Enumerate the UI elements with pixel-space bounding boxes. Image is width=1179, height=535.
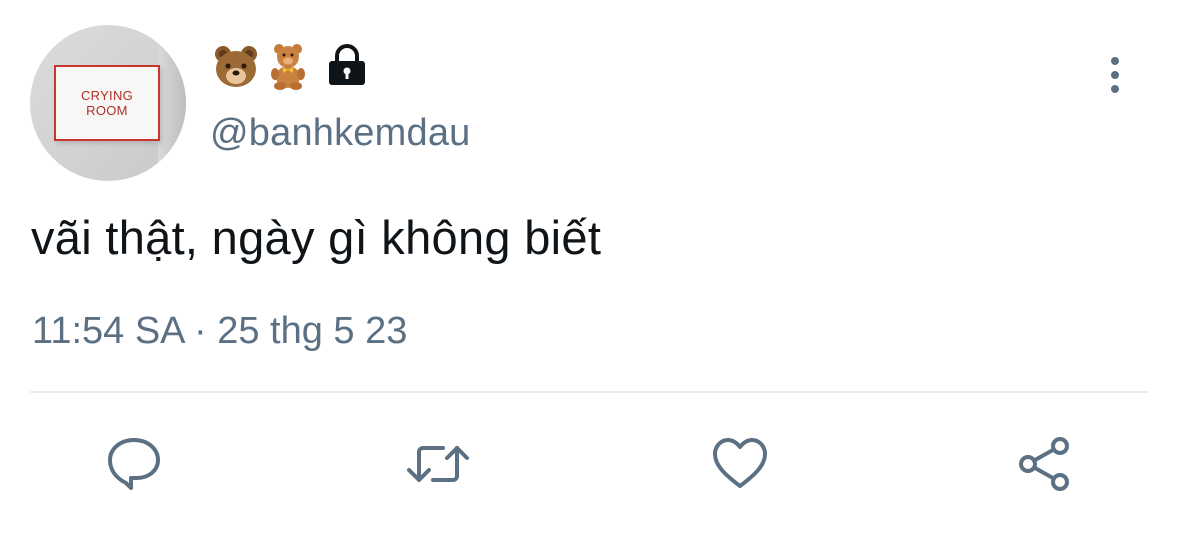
bear-face-emoji	[212, 42, 260, 90]
lock-icon	[326, 44, 368, 88]
avatar-wall-edge	[158, 25, 186, 181]
avatar[interactable]: CRYING ROOM	[30, 25, 186, 181]
retweet-button[interactable]	[405, 434, 469, 494]
sign-line-2: ROOM	[86, 103, 128, 118]
like-icon	[710, 434, 770, 494]
teddy-bear-emoji	[264, 42, 312, 90]
tweet-date: 25 thg 5 23	[217, 310, 408, 352]
share-button[interactable]	[1014, 434, 1074, 494]
user-handle[interactable]: @banhkemdau	[210, 112, 471, 155]
sign-line-1: CRYING	[80, 88, 134, 103]
more-vertical-icon[interactable]	[1103, 55, 1127, 95]
like-button[interactable]	[710, 434, 770, 494]
tweet-timestamp[interactable]: 11:54 SA · 25 thg 5 23	[32, 310, 407, 353]
divider	[30, 391, 1148, 393]
tweet-text: vãi thật, ngày gì không biết	[31, 211, 602, 264]
reply-icon	[104, 434, 164, 494]
retweet-icon	[405, 434, 469, 494]
display-name[interactable]	[212, 42, 368, 90]
avatar-crying-room-sign: CRYING ROOM	[54, 65, 160, 141]
meta-separator: ·	[194, 310, 207, 352]
reply-button[interactable]	[104, 434, 164, 494]
tweet-time: 11:54 SA	[32, 310, 184, 352]
share-icon	[1014, 434, 1074, 494]
